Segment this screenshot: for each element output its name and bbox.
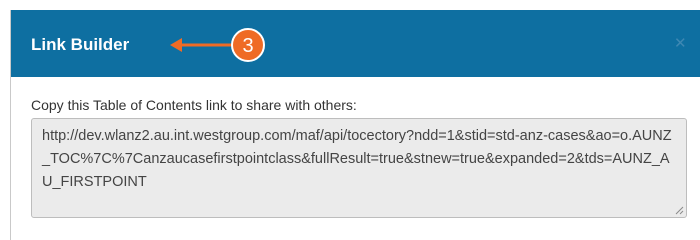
link-textarea[interactable]: http://dev.wlanz2.au.int.westgroup.com/m… [31, 118, 687, 218]
instruction-text: Copy this Table of Contents link to shar… [31, 97, 357, 113]
dialog-title: Link Builder [31, 35, 130, 54]
callout-arrow-annotation: 3 [170, 28, 265, 62]
link-builder-dialog: Link Builder 3 ✕ Copy this Table of Cont… [10, 10, 700, 240]
resize-grip-icon[interactable] [674, 205, 684, 215]
arrow-head-icon [170, 38, 182, 52]
close-icon[interactable]: ✕ [674, 34, 687, 54]
dialog-header: Link Builder 3 ✕ [11, 10, 700, 77]
callout-number: 3 [242, 35, 253, 57]
